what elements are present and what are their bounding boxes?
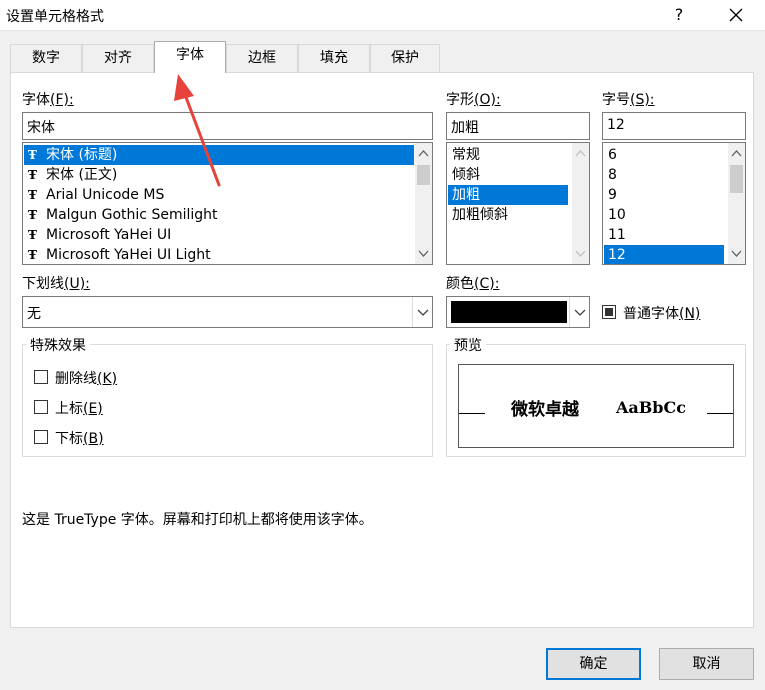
chevron-down-icon (574, 309, 586, 316)
font-style-scrollbar[interactable] (572, 143, 589, 264)
chevron-up-icon[interactable] (415, 145, 432, 162)
checkbox-box[interactable] (34, 430, 48, 444)
tab-number[interactable]: 数字 (10, 44, 82, 72)
font-list-item[interactable]: Ŧ Microsoft YaHei UI (24, 225, 414, 245)
checkbox-box[interactable] (602, 305, 616, 319)
checkbox-indeterminate-mark (605, 308, 613, 316)
color-swatch (451, 301, 567, 323)
tab-fill[interactable]: 填充 (298, 44, 370, 72)
strikethrough-label: 删除线(K) (55, 371, 118, 387)
tab-font[interactable]: 字体 (154, 41, 226, 73)
preview-text-cn: 微软卓越 (511, 400, 579, 420)
chevron-down-icon[interactable] (572, 245, 589, 262)
scrollbar-thumb[interactable] (730, 165, 743, 193)
truetype-font-icon: Ŧ (28, 168, 37, 182)
truetype-font-icon: Ŧ (28, 208, 37, 222)
font-size-label: 字号(S): (602, 92, 655, 108)
ok-button[interactable]: 确定 (546, 648, 641, 680)
chevron-down-icon (417, 309, 429, 316)
dropdown-button[interactable] (569, 297, 589, 327)
font-style-item[interactable]: 加粗 (448, 185, 568, 205)
font-size-item[interactable]: 10 (604, 205, 724, 225)
font-list-scrollbar[interactable] (415, 143, 432, 264)
checkbox-box[interactable] (34, 370, 48, 384)
font-list-item[interactable]: Ŧ Microsoft YaHei UI Light (24, 245, 414, 264)
chevron-down-icon[interactable] (728, 245, 745, 262)
checkbox-box[interactable] (34, 400, 48, 414)
window-title: 设置单元格格式 (6, 9, 104, 25)
font-size-item[interactable]: 6 (604, 145, 724, 165)
superscript-label: 上标(E) (55, 401, 103, 417)
font-style-item[interactable]: 加粗倾斜 (448, 205, 568, 225)
underline-value: 无 (27, 306, 41, 322)
chevron-up-icon[interactable] (728, 145, 745, 162)
tab-protection[interactable]: 保护 (370, 44, 440, 72)
tab-alignment[interactable]: 对齐 (82, 44, 154, 72)
preview-baseline-left (459, 413, 485, 414)
scrollbar-thumb[interactable] (417, 165, 430, 185)
chevron-up-icon[interactable] (572, 145, 589, 162)
preview-box: 微软卓越 AaBbCc (458, 364, 734, 448)
close-button[interactable] (722, 2, 750, 28)
font-size-item[interactable]: 8 (604, 165, 724, 185)
truetype-font-icon: Ŧ (28, 248, 37, 262)
font-list-item[interactable]: Ŧ Malgun Gothic Semilight (24, 205, 414, 225)
font-size-scrollbar[interactable] (728, 143, 745, 264)
color-dropdown[interactable] (446, 296, 590, 328)
font-style-item[interactable]: 倾斜 (448, 165, 568, 185)
preview-text-en: AaBbCc (616, 398, 686, 417)
font-style-input[interactable]: 加粗 (446, 112, 590, 140)
font-style-label: 字形(O): (446, 92, 501, 108)
title-bar: 设置单元格格式 ? (0, 0, 765, 30)
normal-font-label: 普通字体(N) (623, 306, 701, 322)
color-label: 颜色(C): (446, 276, 500, 292)
chevron-down-icon[interactable] (415, 245, 432, 262)
font-size-item[interactable]: 11 (604, 225, 724, 245)
font-info-text: 这是 TrueType 字体。屏幕和打印机上都将使用该字体。 (22, 512, 373, 528)
font-label: 字体(F): (22, 92, 74, 108)
effects-title: 特殊效果 (26, 335, 90, 355)
font-style-list[interactable]: 常规 倾斜 加粗 加粗倾斜 (446, 142, 590, 265)
truetype-font-icon: Ŧ (28, 188, 37, 202)
dropdown-button[interactable] (412, 297, 432, 327)
truetype-font-icon: Ŧ (28, 228, 37, 242)
font-size-item[interactable]: 12 (604, 245, 724, 264)
tab-border[interactable]: 边框 (226, 44, 298, 72)
font-style-item[interactable]: 常规 (448, 145, 568, 165)
truetype-font-icon: Ŧ (28, 148, 37, 162)
font-size-list[interactable]: 6 8 9 10 11 12 (602, 142, 746, 265)
help-button[interactable]: ? (666, 2, 692, 28)
subscript-label: 下标(B) (55, 431, 104, 447)
close-icon (729, 8, 743, 22)
preview-baseline-right (707, 413, 733, 414)
annotation-arrow (174, 74, 221, 187)
underline-label: 下划线(U): (22, 276, 90, 292)
underline-dropdown[interactable]: 无 (22, 296, 433, 328)
preview-title: 预览 (450, 335, 486, 355)
font-size-item[interactable]: 9 (604, 185, 724, 205)
cancel-button[interactable]: 取消 (659, 648, 754, 680)
font-size-input[interactable]: 12 (602, 112, 746, 140)
